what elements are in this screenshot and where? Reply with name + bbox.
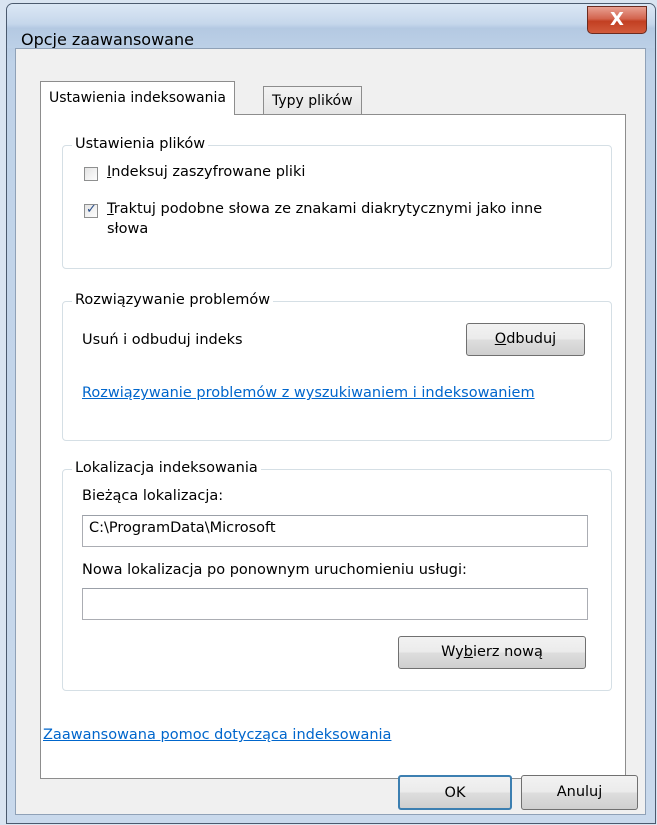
diacritics-label[interactable]: Traktuj podobne słowa ze znakami diakryt…: [107, 201, 542, 217]
cancel-button[interactable]: Anuluj: [521, 775, 638, 810]
diacritics-label-line2: słowa: [107, 221, 149, 237]
dialog-client-area: Ustawienia indeksowania Typy plików Usta…: [15, 48, 646, 815]
diacritics-checkbox[interactable]: ✓: [84, 202, 98, 218]
ok-button[interactable]: OK: [398, 775, 512, 810]
checkmark-icon: ✓: [86, 202, 97, 217]
choose-new-button[interactable]: Wybierz nową: [398, 636, 586, 669]
group-title: Lokalizacja indeksowania: [72, 460, 261, 476]
close-icon: X: [610, 9, 624, 30]
troubleshooting-group: Rozwiązywanie problemów Usuń i odbuduj i…: [62, 292, 612, 441]
new-location-label: Nowa lokalizacja po ponownym uruchomieni…: [82, 562, 467, 578]
tab-file-types[interactable]: Typy plików: [263, 86, 362, 116]
window-title: Opcje zaawansowane: [21, 30, 194, 49]
troubleshooting-help-link[interactable]: Rozwiązywanie problemów z wyszukiwaniem …: [82, 385, 535, 401]
rebuild-button[interactable]: Odbuduj: [466, 323, 585, 356]
dialog-window: Opcje zaawansowane X Ustawienia indeksow…: [6, 3, 656, 824]
advanced-indexing-help-link[interactable]: Zaawansowana pomoc dotycząca indeksowani…: [43, 727, 391, 743]
current-location-label: Bieżąca lokalizacja:: [82, 488, 224, 504]
tab-indexing-settings[interactable]: Ustawienia indeksowania: [40, 81, 235, 115]
file-settings-group: Ustawienia plików Indeksuj zaszyfrowane …: [62, 136, 612, 269]
group-title: Ustawienia plików: [72, 136, 209, 152]
rebuild-index-text: Usuń i odbuduj indeks: [82, 332, 243, 348]
title-bar[interactable]: Opcje zaawansowane X: [7, 4, 655, 49]
current-location-field: C:\ProgramData\Microsoft: [82, 515, 588, 547]
new-location-field[interactable]: [82, 588, 588, 620]
encrypted-files-checkbox[interactable]: [84, 167, 98, 181]
close-button[interactable]: X: [587, 6, 647, 34]
tab-panel: Ustawienia plików Indeksuj zaszyfrowane …: [40, 114, 626, 779]
encrypted-files-label[interactable]: Indeksuj zaszyfrowane pliki: [107, 164, 305, 180]
tab-label: Ustawienia indeksowania: [49, 90, 226, 106]
index-location-group: Lokalizacja indeksowania Bieżąca lokaliz…: [62, 460, 612, 691]
tab-label: Typy plików: [272, 93, 353, 109]
group-title: Rozwiązywanie problemów: [72, 292, 274, 308]
